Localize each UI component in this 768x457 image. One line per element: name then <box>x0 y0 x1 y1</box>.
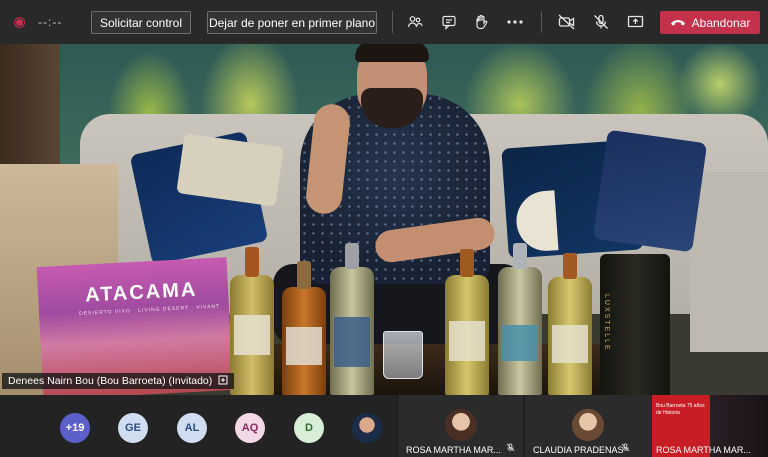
more-icon[interactable] <box>504 11 526 33</box>
presenter-name: Denees Nairn Bou (Bou Barroeta) (Invitad… <box>8 375 213 387</box>
participant-tile[interactable]: Bou Barroeta 75 años de Historia ROSA MA… <box>652 395 768 457</box>
bottle <box>498 243 542 395</box>
meeting-timer: --:-- <box>38 15 63 29</box>
box-label: LUXSTELLE <box>603 294 610 352</box>
avatar-initials: AQ <box>241 422 259 434</box>
meeting-toolbar: --:-- Solicitar control Dejar de poner e… <box>0 0 768 44</box>
request-control-button[interactable]: Solicitar control <box>91 11 191 34</box>
participant-photo <box>445 409 477 441</box>
bottle <box>548 253 592 395</box>
mic-off-icon[interactable] <box>590 11 612 33</box>
avatar-initials: AL <box>184 422 200 434</box>
leave-button[interactable]: Abandonar <box>660 11 760 34</box>
avatar-initials: D <box>305 422 313 434</box>
avatar-initials: +19 <box>65 422 85 434</box>
participant-tile[interactable]: CLAUDIA PRADENAS <box>524 395 651 457</box>
participant-avatar[interactable]: D <box>294 413 324 443</box>
unpin-button[interactable]: Dejar de poner en primer plano <box>207 11 377 34</box>
participant-photo <box>572 409 604 441</box>
participant-strip: +19 GE AL AQ D ROSA MARTHA MAR... CLAUDI… <box>0 395 768 457</box>
participant-avatar[interactable]: AQ <box>235 413 265 443</box>
phone-hangup-icon <box>670 16 686 30</box>
mic-off-icon <box>621 443 630 454</box>
gift-box: LUXSTELLE <box>600 254 670 395</box>
participant-photo-avatar[interactable] <box>352 413 382 443</box>
bottle <box>330 243 374 395</box>
avatar-initials: GE <box>125 422 141 434</box>
bottle <box>445 249 489 395</box>
raise-hand-icon[interactable] <box>470 11 492 33</box>
pin-icon[interactable] <box>218 375 228 388</box>
participant-name: ROSA MARTHA MAR... <box>406 445 501 455</box>
record-icon <box>14 17 25 28</box>
toolbar-divider <box>392 11 393 33</box>
participants-icon[interactable] <box>404 11 426 33</box>
bottle <box>282 261 326 395</box>
participant-avatar[interactable]: AL <box>177 413 207 443</box>
main-video: ATACAMA DESIERTO VIVO · LIVING DESERT · … <box>0 44 768 395</box>
camera-off-icon[interactable] <box>556 11 578 33</box>
participant-name: CLAUDIA PRADENAS <box>533 445 624 455</box>
whisky-glass <box>383 331 423 379</box>
toolbar-divider <box>541 11 542 33</box>
book-title: ATACAMA <box>84 278 198 307</box>
pillow <box>592 129 708 253</box>
promo-text: Bou Barroeta 75 años de Historia <box>656 403 705 416</box>
participant-avatar[interactable]: GE <box>118 413 148 443</box>
participant-tile[interactable]: ROSA MARTHA MAR... <box>397 395 523 457</box>
chat-icon[interactable] <box>438 11 460 33</box>
mic-off-icon <box>506 443 515 454</box>
sofa-arm <box>690 172 768 352</box>
share-icon[interactable] <box>624 11 646 33</box>
leave-button-label: Abandonar <box>691 15 751 30</box>
presenter-name-tag: Denees Nairn Bou (Bou Barroeta) (Invitad… <box>2 373 235 389</box>
participant-name: ROSA MARTHA MAR... <box>656 445 751 455</box>
bottle <box>230 247 274 395</box>
participant-avatar[interactable]: +19 <box>60 413 90 443</box>
